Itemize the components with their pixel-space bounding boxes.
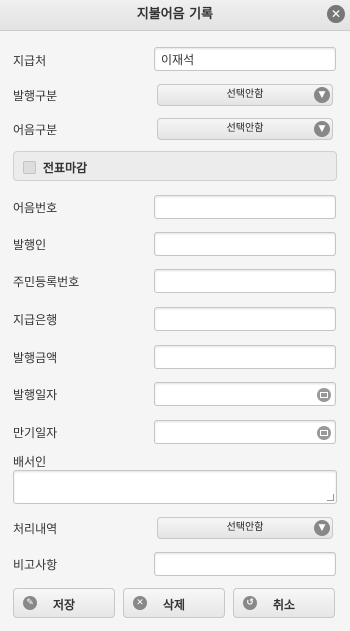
payee-input[interactable] [154, 47, 336, 71]
cancel-button-label: 취소 [272, 598, 296, 612]
maturity-date-label: 만기일자 [13, 426, 58, 440]
issue-date-label: 발행일자 [13, 388, 58, 402]
slip-close-label: 전표마감 [43, 161, 88, 175]
resident-number-input[interactable] [154, 269, 336, 293]
paying-bank-label: 지급은행 [13, 313, 58, 327]
slip-close-checkbox[interactable] [23, 161, 36, 174]
delete-button-label: 삭제 [162, 598, 186, 612]
remarks-input[interactable] [154, 552, 336, 576]
resident-number-label: 주민등록번호 [13, 275, 80, 289]
paying-bank-input[interactable] [154, 307, 336, 331]
processing-selected: 선택안함 [226, 522, 264, 533]
note-number-label: 어음번호 [13, 201, 58, 215]
close-icon[interactable]: ✕ [327, 5, 345, 23]
note-number-input[interactable] [154, 195, 336, 219]
delete-button[interactable]: ✕ 삭제 [123, 588, 225, 618]
maturity-date-input[interactable] [154, 420, 336, 444]
dialog-header: 지불어음 기록 ✕ [0, 0, 350, 31]
issuer-input[interactable] [154, 232, 336, 256]
save-button[interactable]: ✎ 저장 [13, 588, 115, 618]
processing-label: 처리내역 [13, 522, 58, 536]
calendar-icon[interactable] [317, 388, 331, 402]
endorser-textarea[interactable] [13, 470, 337, 504]
issue-type-label: 발행구분 [13, 89, 58, 103]
issue-amount-input[interactable] [154, 345, 336, 369]
processing-select[interactable]: 선택안함 ▼ [157, 517, 333, 539]
remarks-label: 비고사항 [13, 558, 58, 572]
issuer-label: 발행인 [13, 238, 47, 252]
slip-close-row[interactable]: 전표마감 [13, 151, 337, 181]
payee-label: 지급처 [13, 54, 47, 68]
note-type-label: 어음구분 [13, 123, 58, 137]
issue-type-select[interactable]: 선택안함 ▼ [157, 84, 333, 106]
endorser-label: 배서인 [13, 455, 47, 469]
issue-date-input[interactable] [154, 382, 336, 406]
note-type-select[interactable]: 선택안함 ▼ [157, 118, 333, 140]
chevron-down-icon: ▼ [314, 520, 330, 536]
issue-amount-label: 발행금액 [13, 351, 58, 365]
resize-grip-icon[interactable] [327, 494, 334, 501]
calendar-icon[interactable] [317, 426, 331, 440]
chevron-down-icon: ▼ [314, 87, 330, 103]
save-button-label: 저장 [52, 598, 76, 612]
cancel-button[interactable]: ↺ 취소 [233, 588, 335, 618]
chevron-down-icon: ▼ [314, 121, 330, 137]
note-type-selected: 선택안함 [226, 123, 264, 134]
dialog-title: 지불어음 기록 [136, 7, 214, 22]
issue-type-selected: 선택안함 [226, 89, 264, 100]
